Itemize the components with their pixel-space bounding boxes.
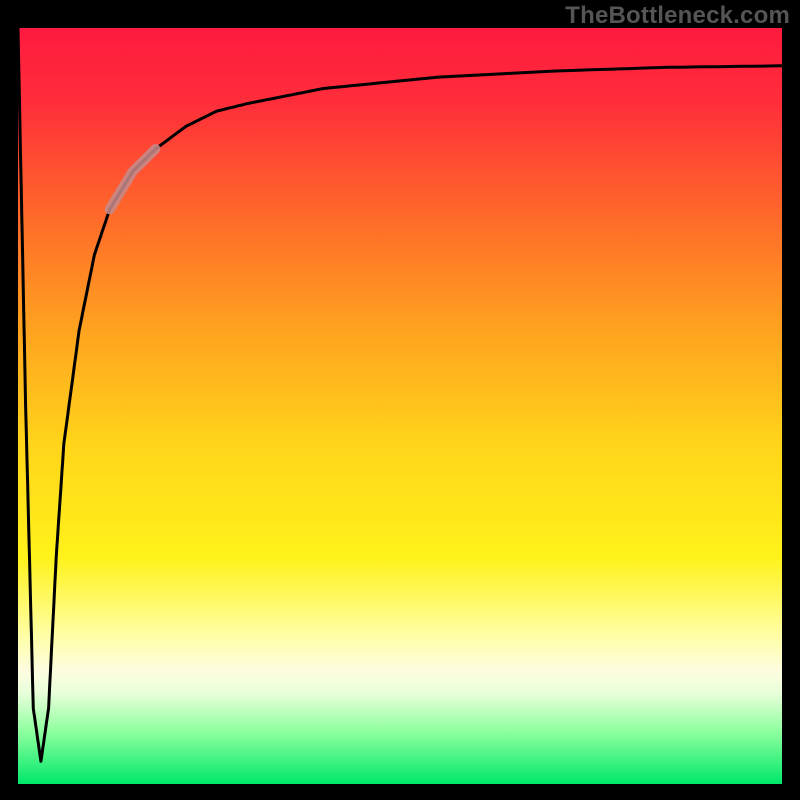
- gradient-background: [18, 28, 782, 784]
- chart-frame: TheBottleneck.com: [0, 0, 800, 800]
- watermark-text: TheBottleneck.com: [565, 2, 790, 30]
- plot-area: [18, 28, 782, 784]
- chart-svg: [18, 28, 782, 784]
